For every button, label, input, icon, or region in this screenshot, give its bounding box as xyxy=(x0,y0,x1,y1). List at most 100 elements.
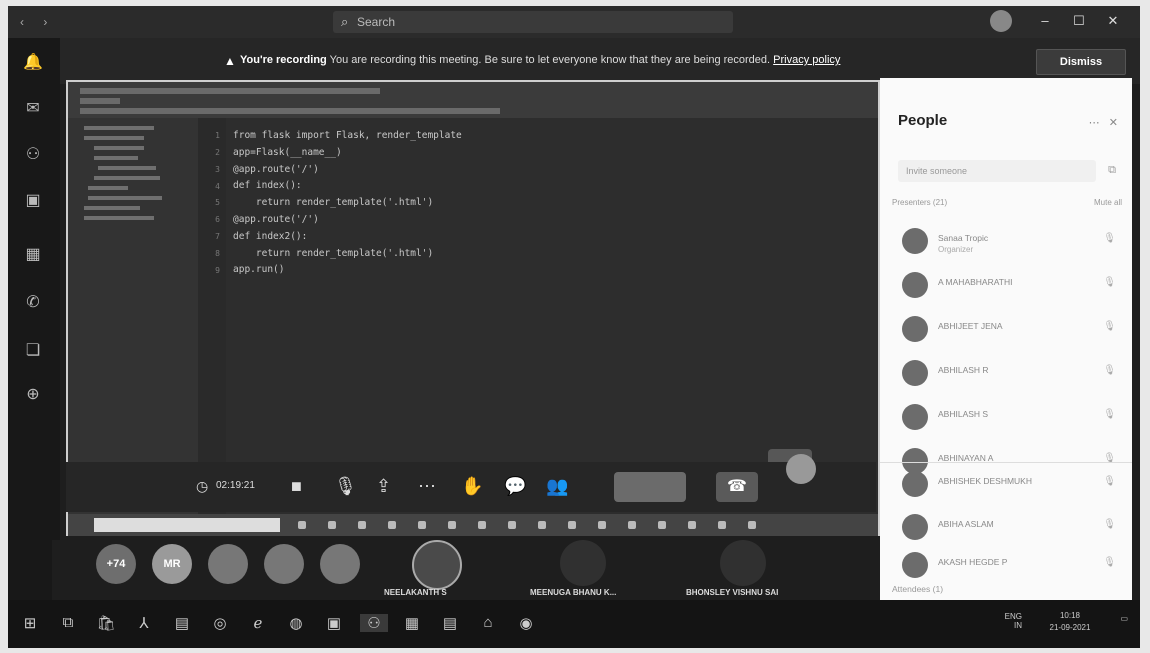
person-row[interactable]: ABHILASH R 🎙 xyxy=(880,352,1132,396)
search-icon: ⌕ xyxy=(341,14,349,29)
nav-arrows[interactable]: ‹ › xyxy=(20,15,55,29)
clock-icon: ◷ xyxy=(196,478,209,494)
app-icon[interactable]: ⌂ xyxy=(478,614,498,632)
calendar-icon[interactable]: ▦ xyxy=(21,244,45,268)
participant-name: MEENUGA BHANU K... xyxy=(530,588,617,597)
assignments-icon[interactable]: ▣ xyxy=(21,190,45,214)
mic-muted-icon: 🎙 xyxy=(1103,277,1116,288)
code-line: from flask import Flask, render_template xyxy=(233,130,462,141)
close-icon[interactable]: ✕ xyxy=(1096,13,1130,29)
people-icon[interactable]: 👥 xyxy=(546,476,568,497)
app-icon[interactable]: ▣ xyxy=(324,614,344,632)
avatar xyxy=(902,552,928,578)
avatar xyxy=(902,471,928,497)
files-icon[interactable]: ❏ xyxy=(21,340,45,364)
mic-muted-icon: 🎙 xyxy=(1103,557,1116,568)
mic-muted-icon: 🎙 xyxy=(1103,519,1116,530)
title-bar: ‹ › ⌕ Search – ☐ ✕ xyxy=(8,6,1140,38)
invite-input[interactable]: Invite someone xyxy=(898,160,1096,182)
speaker-avatar[interactable] xyxy=(412,540,462,590)
clock-date: 21-09-2021 xyxy=(1049,623,1091,632)
edge-icon[interactable]: ℯ xyxy=(248,614,268,632)
window-controls: – ☐ ✕ xyxy=(1028,13,1130,29)
code-line: def index2(): xyxy=(233,230,308,242)
calls-icon[interactable]: ✆ xyxy=(21,292,45,316)
maximize-icon[interactable]: ☐ xyxy=(1062,13,1096,29)
profile-avatar[interactable] xyxy=(990,10,1012,32)
mic-icon[interactable]: 🎙 xyxy=(334,476,357,497)
meeting-controls: ◷ 02:19:21 ■ 🎙 ⇪ ⋯ ✋ 💬 👥 ☎ xyxy=(66,454,876,512)
participant-avatar[interactable] xyxy=(208,544,248,584)
attendees-header[interactable]: Attendees (1) xyxy=(892,584,943,594)
participant-initials[interactable]: MR xyxy=(152,544,192,584)
store-icon[interactable]: 🛍 xyxy=(96,614,116,632)
teams-icon[interactable]: ⚇ xyxy=(21,144,45,168)
leave-button[interactable] xyxy=(614,472,686,502)
person-name: Sanaa Tropic xyxy=(938,233,989,243)
camera-icon[interactable]: ■ xyxy=(291,476,302,497)
participant-avatar[interactable] xyxy=(560,540,606,586)
code-line: return render_template('.html') xyxy=(233,197,434,209)
clock[interactable]: 10:18 21-09-2021 xyxy=(1040,610,1100,634)
person-name: ABHILASH S xyxy=(938,409,989,419)
person-row[interactable]: A MAHABHARATHI 🎙 xyxy=(880,264,1132,308)
raise-hand-icon[interactable]: ✋ xyxy=(461,476,483,497)
person-row[interactable]: ABHISHEK DESHMUKH 🎙 xyxy=(880,462,1132,507)
code-line: app.run() xyxy=(233,264,285,276)
hang-up-icon[interactable]: ☎ xyxy=(716,472,758,502)
task-view-icon[interactable]: ⧉ xyxy=(58,614,78,632)
participant-avatar[interactable] xyxy=(720,540,766,586)
shared-search xyxy=(94,518,280,532)
people-title: People xyxy=(898,112,948,129)
app-icon[interactable]: ◍ xyxy=(286,614,306,632)
person-name: ABHISHEK DESHMUKH xyxy=(938,476,1032,486)
code-line: return render_template('.html') xyxy=(233,247,434,259)
participant-avatar[interactable] xyxy=(320,544,360,584)
share-invite-icon[interactable]: ⧉ xyxy=(1108,164,1116,177)
dismiss-button[interactable]: Dismiss xyxy=(1036,49,1126,75)
recording-message: You're recording You are recording this … xyxy=(240,54,841,66)
line-numbers: 1 2 3 4 5 6 7 8 9 xyxy=(198,118,226,514)
avatar xyxy=(902,404,928,430)
presenters-header[interactable]: Presenters (21) xyxy=(892,198,947,207)
overflow-participants[interactable]: +74 xyxy=(96,544,136,584)
app-icon[interactable]: ▦ xyxy=(402,614,422,632)
clock-time: 10:18 xyxy=(1059,611,1081,620)
person-name: AKASH HEGDE P xyxy=(938,557,1008,567)
self-video[interactable] xyxy=(786,454,816,484)
panel-actions[interactable]: ⋯ ✕ xyxy=(1089,116,1118,129)
person-row[interactable]: ABHILASH S 🎙 xyxy=(880,396,1132,440)
start-icon[interactable]: ⊞ xyxy=(20,614,40,632)
excel-icon[interactable]: ▤ xyxy=(172,614,192,632)
apps-icon[interactable]: ⊕ xyxy=(21,384,45,408)
privacy-link[interactable]: Privacy policy xyxy=(773,54,840,66)
chat-icon[interactable]: 💬 xyxy=(504,476,526,497)
code-line: def index(): xyxy=(233,180,302,192)
more-icon[interactable]: ⋯ xyxy=(418,476,436,497)
teams-taskbar-icon[interactable]: ⚇ xyxy=(360,614,388,632)
avatar xyxy=(902,228,928,254)
person-name: ABHIJEET JENA xyxy=(938,321,1003,331)
share-icon[interactable]: ⇪ xyxy=(376,476,391,497)
app-icon[interactable]: ▤ xyxy=(440,614,460,632)
notification-icon[interactable]: ▭ xyxy=(1120,614,1128,623)
minimize-icon[interactable]: – xyxy=(1028,13,1062,28)
chrome-icon[interactable]: ◎ xyxy=(210,614,230,632)
people-panel: People ⋯ ✕ Invite someone ⧉ Presenters (… xyxy=(880,78,1132,600)
language-indicator[interactable]: ENG IN xyxy=(1005,612,1022,630)
chat-rail-icon[interactable]: ✉ xyxy=(21,98,45,122)
search-box[interactable]: ⌕ Search xyxy=(333,11,733,33)
person-row[interactable]: AKASH HEGDE P 🎙 xyxy=(880,544,1132,588)
code-line: @app.route('/') xyxy=(233,213,319,225)
person-row[interactable]: ABHIJEET JENA 🎙 xyxy=(880,308,1132,352)
mute-all-link[interactable]: Mute all xyxy=(1094,198,1122,207)
person-role: Organizer xyxy=(938,245,974,254)
participant-avatar[interactable] xyxy=(264,544,304,584)
activity-icon[interactable]: 🔔 xyxy=(21,52,45,76)
person-row[interactable]: Sanaa Tropic Organizer 🎙 xyxy=(880,220,1132,264)
mic-muted-icon: 🎙 xyxy=(1103,409,1116,420)
app-icon[interactable]: ◉ xyxy=(516,614,536,632)
pdf-icon[interactable]: ⅄ xyxy=(134,614,154,632)
person-name: ABIHA ASLAM xyxy=(938,519,994,529)
windows-taskbar: ⊞ ⧉ 🛍 ⅄ ▤ ◎ ℯ ◍ ▣ ⚇ ▦ ▤ ⌂ ◉ ENG IN 10:18… xyxy=(8,600,1140,648)
